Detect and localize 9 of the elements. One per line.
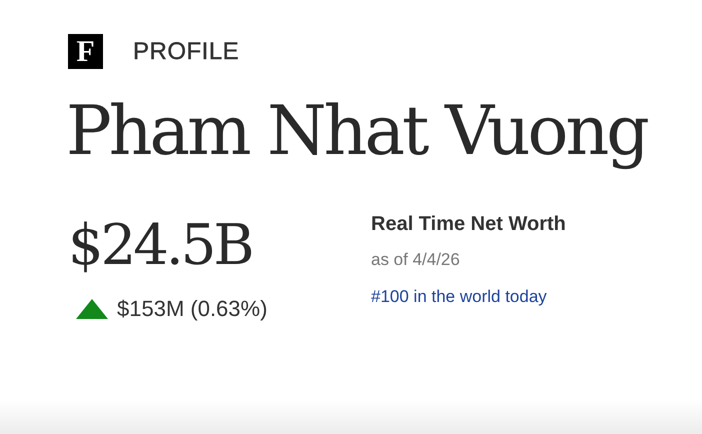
profile-name: Pham Nhat Vuong [66, 91, 648, 173]
logo[interactable]: F [68, 34, 103, 69]
net-worth-title: Real Time Net Worth [371, 212, 566, 236]
as-of-date: as of 4/4/26 [371, 250, 461, 270]
section-label: PROFILE [133, 38, 240, 66]
net-worth-value: $24.5B [68, 214, 252, 276]
up-triangle-icon [76, 299, 108, 320]
rank-link[interactable]: #100 in the world today [371, 286, 566, 307]
net-worth-change: $153M (0.63%) [117, 296, 268, 322]
